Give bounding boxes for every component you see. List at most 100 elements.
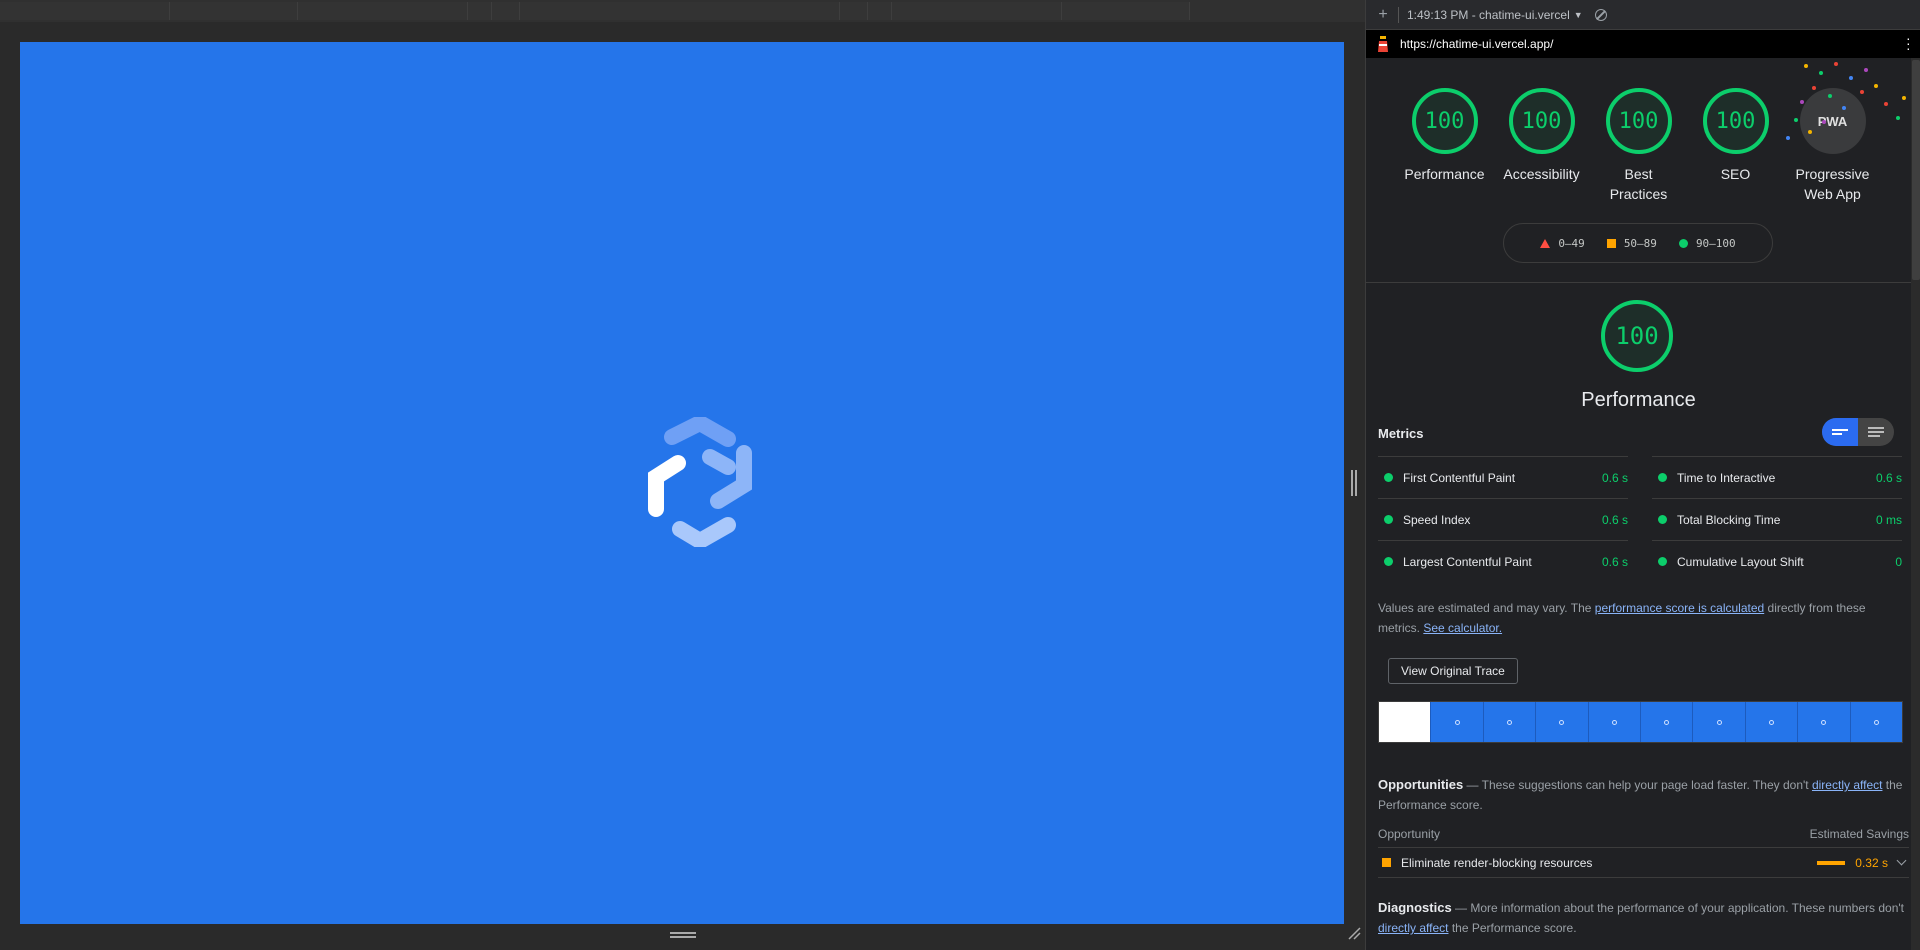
score-gauge: 100	[1411, 88, 1478, 154]
directly-affect-link[interactable]: directly affect	[1378, 921, 1448, 935]
frame-logo-icon	[1611, 719, 1617, 725]
category-best-practices[interactable]: 100 Best Practices	[1590, 88, 1687, 204]
lighthouse-panel: + 1:49:13 PM - chatime-ui.vercel ▼ https…	[1365, 0, 1920, 950]
report-url[interactable]: https://chatime-ui.vercel.app/	[1400, 37, 1553, 51]
toolbar-segment[interactable]	[298, 2, 468, 20]
metric-value: 0.6 s	[1875, 470, 1902, 485]
average-square-icon	[1382, 858, 1391, 867]
expanded-view-button[interactable]	[1858, 418, 1894, 446]
filmstrip-frame	[1745, 702, 1799, 742]
toolbar-segment[interactable]	[492, 2, 520, 20]
opportunities-desc: — These suggestions can help your page l…	[1463, 778, 1812, 792]
opportunity-columns: Opportunity Estimated Savings	[1378, 827, 1909, 848]
metric-label: Cumulative Layout Shift	[1677, 554, 1804, 569]
frame-logo-icon	[1664, 719, 1670, 725]
metrics-title: Metrics	[1378, 426, 1424, 441]
legend-good-label: 90–100	[1695, 236, 1736, 250]
metric-row: First Contentful Paint 0.6 s	[1378, 456, 1628, 498]
filmstrip-frame	[1379, 702, 1432, 742]
metric-value: 0 ms	[1875, 512, 1902, 527]
report-select[interactable]: 1:49:13 PM - chatime-ui.vercel ▼	[1407, 8, 1583, 22]
category-label: Best Practices	[1609, 166, 1668, 202]
metric-row: Total Blocking Time 0 ms	[1652, 498, 1902, 540]
category-performance[interactable]: 100 Performance	[1396, 88, 1493, 204]
frame-logo-icon	[1507, 719, 1513, 725]
device-toolbar	[0, 0, 1365, 22]
view-trace-button[interactable]: View Original Trace	[1388, 658, 1518, 684]
category-seo[interactable]: 100 SEO	[1687, 88, 1784, 204]
diagnostics-desc: — More information about the performance…	[1451, 901, 1905, 915]
filmstrip-frame	[1536, 702, 1589, 742]
directly-affect-link[interactable]: directly affect	[1812, 778, 1882, 792]
performance-score-gauge: 100	[1601, 300, 1673, 372]
calculator-link[interactable]: See calculator.	[1423, 621, 1502, 635]
metrics-view-toggle[interactable]	[1822, 418, 1894, 446]
opportunities-header: Opportunities — These suggestions can he…	[1378, 775, 1909, 815]
panel-scrollbar[interactable]	[1911, 58, 1920, 950]
category-gauges: 100 Performance 100 Accessibility 100 Be…	[1396, 88, 1881, 204]
metrics-header: Metrics	[1366, 418, 1920, 456]
category-label: Accessibility	[1503, 166, 1580, 182]
compact-view-button[interactable]	[1822, 418, 1858, 446]
pass-circle-icon	[1384, 557, 1393, 566]
filmstrip-frame	[1850, 702, 1903, 742]
frame-logo-icon	[1821, 719, 1827, 725]
score-legend: 0–49 50–89 90–100	[1503, 223, 1773, 263]
legend-average: 50–89	[1606, 237, 1657, 250]
frame-logo-icon	[1873, 719, 1879, 725]
opportunity-label: Eliminate render-blocking resources	[1401, 855, 1593, 870]
compact-view-icon	[1832, 427, 1848, 437]
frame-logo-icon	[1454, 719, 1460, 725]
toolbar-segment[interactable]	[170, 2, 298, 20]
frame-logo-icon	[1716, 719, 1722, 725]
page-viewport[interactable]	[20, 42, 1344, 924]
toolbar-segment[interactable]	[468, 2, 492, 20]
toolbar-segment[interactable]	[0, 2, 170, 20]
clear-reports-icon[interactable]	[1594, 8, 1607, 21]
savings-value: 0.32 s	[1855, 855, 1888, 870]
resize-handle-right[interactable]	[1351, 470, 1357, 496]
app-logo-icon	[648, 417, 752, 547]
chevron-down-icon[interactable]	[1896, 855, 1907, 866]
metric-label: Time to Interactive	[1677, 470, 1776, 485]
report-scroll-area[interactable]: 100 Performance 100 Accessibility 100 Be…	[1366, 58, 1920, 950]
metrics-note: Values are estimated and may vary. The p…	[1378, 598, 1909, 638]
metric-row: Largest Contentful Paint 0.6 s	[1378, 540, 1628, 582]
device-emulation-area	[0, 0, 1365, 950]
metrics-grid: First Contentful Paint 0.6 s Time to Inte…	[1378, 456, 1909, 582]
toolbar-segment[interactable]	[1062, 2, 1190, 20]
toolbar-segment[interactable]	[892, 2, 1062, 20]
filmstrip-frame	[1431, 702, 1484, 742]
average-square-icon	[1606, 238, 1616, 248]
performance-header: 100 Performance	[1366, 283, 1920, 418]
score-gauge: 100	[1605, 88, 1672, 154]
pass-circle-icon	[1658, 473, 1667, 482]
metric-value: 0	[1895, 554, 1902, 569]
toolbar-divider	[1398, 6, 1399, 23]
report-url-bar: https://chatime-ui.vercel.app/ · · ·	[1366, 30, 1920, 58]
category-label: Performance	[1404, 166, 1485, 182]
diagnostics-title: Diagnostics	[1378, 900, 1452, 915]
score-gauge: 100	[1702, 88, 1769, 154]
new-report-icon[interactable]: +	[1372, 6, 1394, 24]
score-calculation-link[interactable]: performance score is calculated	[1595, 601, 1764, 615]
pass-circle-icon	[1658, 515, 1667, 524]
report-select-label: 1:49:13 PM - chatime-ui.vercel	[1407, 7, 1570, 22]
metric-row: Time to Interactive 0.6 s	[1652, 456, 1902, 498]
toolbar-segment[interactable]	[520, 2, 840, 20]
opportunity-row[interactable]: Eliminate render-blocking resources 0.32…	[1378, 848, 1909, 878]
toolbar-segment[interactable]	[868, 2, 892, 20]
pass-circle-icon	[1678, 238, 1688, 248]
pass-circle-icon	[1384, 473, 1393, 482]
more-options-icon[interactable]: · · ·	[1906, 31, 1911, 55]
scrollbar-thumb[interactable]	[1912, 60, 1920, 280]
filmstrip	[1378, 701, 1903, 743]
category-pwa[interactable]: PWA Progressive Web App	[1784, 88, 1881, 204]
resize-handle-bottom[interactable]	[670, 932, 696, 938]
fail-triangle-icon	[1540, 238, 1551, 248]
metric-value: 0.6 s	[1601, 470, 1628, 485]
category-accessibility[interactable]: 100 Accessibility	[1493, 88, 1590, 204]
toolbar-segment[interactable]	[840, 2, 868, 20]
filmstrip-frame	[1588, 702, 1642, 742]
resize-corner-icon[interactable]	[1347, 926, 1361, 940]
